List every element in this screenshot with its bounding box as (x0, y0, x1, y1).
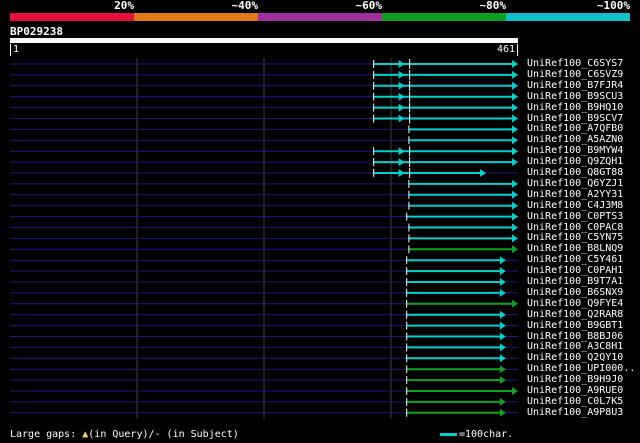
hit-label[interactable]: UniRef100_Q2QY10 (527, 352, 623, 363)
hit-label[interactable]: UniRef100_B9SCV7 (527, 113, 623, 124)
hit-label[interactable]: UniRef100_A9P8U3 (527, 407, 623, 418)
hit-arrowhead (512, 70, 518, 79)
hit-label[interactable]: UniRef100_C6SVZ9 (527, 69, 623, 80)
hit-gap-arrowhead (398, 70, 405, 79)
hit-arrowhead (512, 201, 518, 210)
scale-key: =100char. (440, 429, 513, 441)
hit-label[interactable]: UniRef100_A7QFB0 (527, 123, 623, 134)
hit-label[interactable]: UniRef100_B8LNQ9 (527, 243, 623, 254)
hit-arrowhead (512, 234, 518, 243)
hit-label[interactable]: UniRef100_B9T7A1 (527, 276, 623, 287)
hit-label[interactable]: UniRef100_B9H9J0 (527, 374, 623, 385)
hit-label[interactable]: UniRef100_C0PAC8 (527, 222, 623, 233)
hit-arrowhead (499, 376, 506, 385)
hit-arrowhead (512, 60, 518, 68)
hit-gap-arrowhead (398, 92, 405, 101)
hit-label[interactable]: UniRef100_C6SYS7 (527, 58, 623, 69)
gaps-prefix: Large gaps: (10, 429, 83, 440)
hit-arrowhead (512, 125, 518, 134)
hit-gap-arrowhead (398, 81, 405, 90)
hit-arrowhead (499, 354, 506, 363)
hit-arrowhead (512, 114, 518, 123)
hit-label[interactable]: UniRef100_A9RUE0 (527, 385, 623, 396)
hit-label[interactable]: UniRef100_B9HQ10 (527, 102, 623, 113)
hit-arrowhead (512, 81, 518, 90)
hit-arrowhead (499, 288, 506, 297)
hit-arrowhead (512, 92, 518, 101)
hit-label[interactable]: UniRef100_B7FJR4 (527, 80, 623, 91)
scale-text: =100char. (459, 429, 514, 440)
hit-arrowhead (512, 179, 518, 188)
hit-label[interactable]: UniRef100_Q6YZJ1 (527, 178, 623, 189)
hit-arrowhead (499, 267, 506, 276)
hit-arrowhead (512, 103, 518, 112)
hit-label[interactable]: UniRef100_Q2RAR8 (527, 309, 623, 320)
hit-label[interactable]: UniRef100_C5YN75 (527, 232, 623, 243)
hit-arrowhead (512, 158, 518, 167)
hit-arrowhead (512, 212, 518, 221)
hit-arrowhead (512, 223, 518, 232)
hit-arrowhead (512, 190, 518, 199)
hit-gap-arrowhead (398, 147, 405, 156)
hit-arrowhead (499, 321, 506, 330)
hit-label[interactable]: UniRef100_B9SCU3 (527, 91, 623, 102)
hit-label[interactable]: UniRef100_Q9ZQH1 (527, 156, 623, 167)
hit-arrowhead (499, 332, 506, 341)
hit-arrowhead (512, 136, 518, 145)
hit-arrowhead (499, 310, 506, 319)
hit-label[interactable]: UniRef100_B6SNX9 (527, 287, 623, 298)
hit-gap-arrowhead (398, 169, 405, 177)
hit-label[interactable]: UniRef100_B9GBT1 (527, 320, 623, 331)
hit-label[interactable]: UniRef100_C0PAH1 (527, 265, 623, 276)
hit-label[interactable]: UniRef100_C0PTS3 (527, 211, 623, 222)
scale-swatch (440, 432, 457, 436)
hit-arrowhead (480, 169, 487, 177)
large-gaps-legend: Large gaps: ▲(in Query)/- (in Subject) (10, 429, 239, 441)
hit-arrowhead (499, 365, 506, 374)
hit-label[interactable]: UniRef100_A3C8H1 (527, 341, 623, 352)
gaps-text: (in Query)/- (in Subject) (88, 429, 239, 440)
hit-label[interactable]: UniRef100_Q9FYE4 (527, 298, 623, 309)
hit-arrowhead (499, 278, 506, 286)
hit-label[interactable]: UniRef100_C5Y461 (527, 254, 623, 265)
hit-gap-arrowhead (398, 60, 405, 68)
hit-label[interactable]: UniRef100_C4J3M8 (527, 200, 623, 211)
hit-arrowhead (499, 256, 506, 265)
hit-gap-arrowhead (398, 103, 405, 112)
hit-arrowhead (512, 245, 518, 254)
hit-arrowhead (512, 147, 518, 156)
hit-label[interactable]: UniRef100_Q8GT88 (527, 167, 623, 178)
hit-arrowhead (499, 397, 506, 406)
hit-label[interactable]: UniRef100_UPI000.. (527, 363, 635, 374)
hit-label[interactable]: UniRef100_C0L7K5 (527, 396, 623, 407)
hit-arrowhead (512, 299, 518, 308)
hit-gap-arrowhead (398, 114, 405, 123)
hit-label[interactable]: UniRef100_B8BJ06 (527, 331, 623, 342)
hit-label[interactable]: UniRef100_A5AZN0 (527, 134, 623, 145)
hit-label[interactable]: UniRef100_B9MYW4 (527, 145, 623, 156)
hit-gap-arrowhead (398, 158, 405, 167)
hit-arrowhead (512, 387, 518, 395)
hit-arrowhead (499, 343, 506, 352)
hit-label[interactable]: UniRef100_A2YY31 (527, 189, 623, 200)
hit-arrowhead (499, 408, 506, 417)
